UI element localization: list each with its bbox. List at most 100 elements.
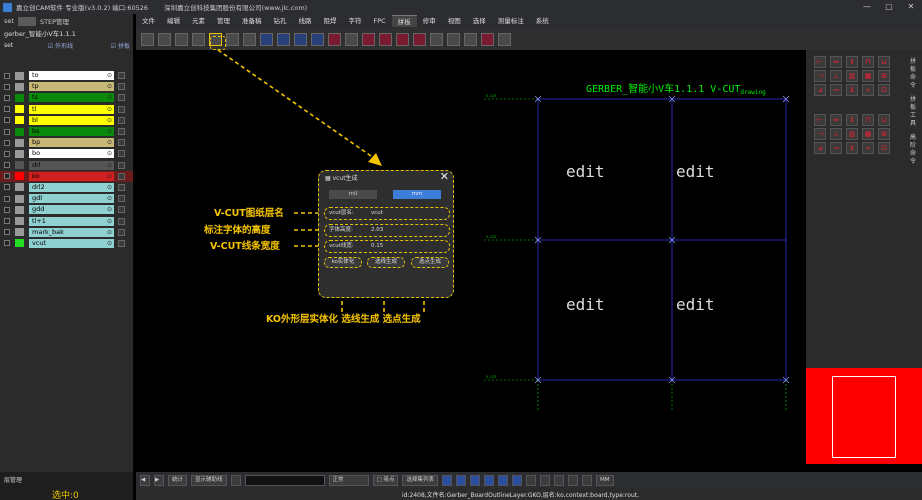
tool-icon[interactable] (512, 474, 522, 486)
tool-icon[interactable] (498, 474, 508, 486)
eye-icon[interactable]: ⊙ (107, 239, 112, 248)
layer-manager-button[interactable]: 层管理 (4, 475, 22, 484)
outline-checkbox[interactable]: ☑ 外形线 (48, 41, 73, 50)
layer-visibility-checkbox[interactable] (4, 83, 10, 90)
panel-tool-icon[interactable]: ⊸ (830, 142, 842, 154)
layer-visibility-checkbox[interactable] (4, 195, 10, 202)
layer-lock-icon[interactable] (118, 217, 125, 225)
toolbar-icon[interactable] (481, 32, 494, 46)
layer-visibility-checkbox[interactable] (4, 150, 10, 157)
layer-row[interactable]: drl2 ⊙ (0, 182, 133, 193)
menu-item[interactable]: 钻孔 (268, 15, 293, 27)
layer-color-swatch[interactable] (15, 127, 24, 136)
toolbar-icon[interactable] (345, 32, 358, 46)
tab-selector[interactable] (17, 16, 36, 26)
layer-row[interactable]: bp ⊙ (0, 137, 133, 148)
layer-row[interactable]: bo ⊙ (0, 148, 133, 159)
panel-tool-icon[interactable]: ⊢ (814, 114, 826, 126)
eye-icon[interactable]: ⊙ (107, 127, 112, 136)
layer-name[interactable]: tl+1 ⊙ (29, 216, 114, 226)
layer-color-swatch[interactable] (15, 116, 24, 125)
eye-icon[interactable]: ⊙ (107, 71, 112, 80)
tool-icon[interactable] (526, 474, 536, 486)
next-button[interactable]: ▶ (154, 474, 164, 486)
panel-tool-icon[interactable]: ⊻ (846, 84, 858, 96)
layer-visibility-checkbox[interactable] (4, 128, 10, 135)
panel-tool-icon[interactable]: ⇕ (846, 114, 858, 126)
layer-row[interactable]: tl ⊙ (0, 104, 133, 115)
field-layer-name[interactable]: vcut层名: vcut (324, 207, 450, 220)
tool-icon[interactable] (456, 474, 466, 486)
tool-icon[interactable] (484, 474, 494, 486)
layer-lock-icon[interactable] (118, 72, 125, 80)
panel-tool-icon[interactable]: ⌖ (862, 84, 874, 96)
ko-solidify-button[interactable]: ko实体化 (324, 257, 362, 268)
layer-color-swatch[interactable] (15, 183, 24, 192)
layer-row[interactable]: ko ⊙ (0, 170, 133, 182)
layer-visibility-checkbox[interactable] (4, 229, 10, 236)
field-value[interactable]: vcut (371, 208, 383, 219)
minimap[interactable] (806, 368, 922, 464)
eye-icon[interactable]: ⊙ (107, 105, 112, 114)
toolbar-icon[interactable] (413, 32, 426, 46)
layer-color-swatch[interactable] (15, 172, 24, 181)
close-button[interactable]: ✕ (900, 0, 922, 14)
eye-icon[interactable]: ⊙ (107, 217, 112, 226)
layer-color-swatch[interactable] (15, 228, 24, 237)
toolbar-icon[interactable] (175, 32, 188, 46)
layer-lock-icon[interactable] (118, 150, 125, 158)
menu-item[interactable]: 选择 (467, 15, 492, 27)
toolbar-icon[interactable] (158, 32, 171, 46)
menu-item[interactable]: 编辑 (161, 15, 186, 27)
layer-row[interactable]: tp ⊙ (0, 81, 133, 92)
layer-name[interactable]: drl ⊙ (29, 160, 114, 170)
snap-icon[interactable] (230, 474, 241, 486)
toolbar-icon[interactable] (294, 32, 307, 46)
panel-tool-icon[interactable]: ⊓ (862, 114, 874, 126)
toolbar-icon[interactable] (362, 32, 375, 46)
layer-visibility-checkbox[interactable] (4, 206, 10, 213)
layer-visibility-checkbox[interactable] (4, 184, 10, 191)
toolbar-icon[interactable] (498, 32, 511, 46)
layer-row[interactable]: bs ⊙ (0, 126, 133, 137)
panel-tool-icon[interactable]: ▦ (862, 128, 874, 140)
layer-row[interactable]: tl+1 ⊙ (0, 215, 133, 226)
layer-color-swatch[interactable] (15, 105, 24, 114)
toolbar-icon[interactable] (328, 32, 341, 46)
layer-row[interactable]: mark_bak ⊙ (0, 227, 133, 238)
menu-item[interactable]: FPC (368, 15, 392, 27)
panel-tool-icon[interactable]: ⊻ (846, 142, 858, 154)
layer-lock-icon[interactable] (118, 228, 125, 236)
layer-name[interactable]: ts ⊙ (29, 93, 114, 103)
tool-icon[interactable] (582, 474, 592, 486)
side-label[interactable]: 拼板命令 (910, 58, 920, 90)
selection-list-button[interactable]: 选择集列表 (402, 474, 438, 486)
panel-tool-icon[interactable]: ⊥ (830, 70, 842, 82)
layer-color-swatch[interactable] (15, 93, 24, 102)
field-font-height[interactable]: 字体高度: 2.03 (324, 224, 450, 237)
eye-icon[interactable]: ⊙ (107, 194, 112, 203)
layer-color-swatch[interactable] (15, 138, 24, 147)
layer-name[interactable]: bo ⊙ (29, 149, 114, 159)
field-value[interactable]: 0.15 (371, 241, 383, 252)
layer-visibility-checkbox[interactable] (4, 240, 10, 247)
menu-item[interactable]: 文件 (136, 15, 161, 27)
layer-row[interactable]: gdd ⊙ (0, 204, 133, 215)
eye-icon[interactable]: ⊙ (107, 149, 112, 158)
panel-tool-icon[interactable]: ▥ (846, 70, 858, 82)
panel-tool-icon[interactable]: ⇔ (830, 56, 842, 68)
eye-icon[interactable]: ⊙ (107, 161, 112, 170)
panel-tool-icon[interactable]: ⊞ (878, 128, 890, 140)
eye-icon[interactable]: ⊙ (107, 183, 112, 192)
side-label[interactable]: 拼板工具 (910, 96, 920, 128)
panel-tool-icon[interactable]: ⊔ (878, 114, 890, 126)
layer-row[interactable]: gdl ⊙ (0, 193, 133, 204)
toolbar-icon[interactable] (447, 32, 460, 46)
mode-combo[interactable]: 正常 (328, 474, 369, 486)
panel-tool-icon[interactable]: ⊞ (878, 70, 890, 82)
layer-row[interactable]: bl ⊙ (0, 115, 133, 126)
unit-combo[interactable]: MM (596, 474, 614, 486)
layer-visibility-checkbox[interactable] (4, 72, 10, 79)
layer-visibility-checkbox[interactable] (4, 162, 10, 169)
layer-visibility-checkbox[interactable] (4, 106, 10, 113)
